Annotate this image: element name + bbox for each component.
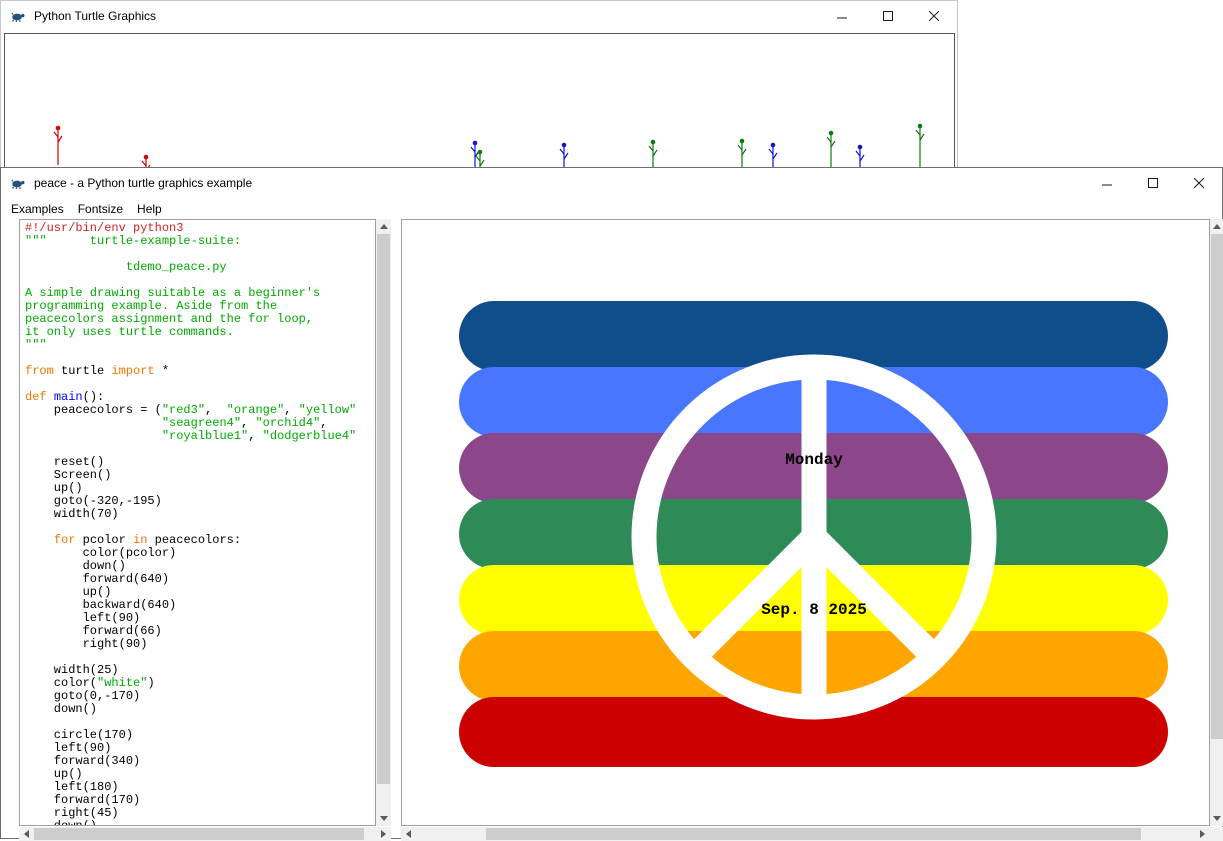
maximize-button[interactable] [1130, 168, 1176, 198]
tree-drawing [54, 126, 62, 165]
code-line: down() [25, 820, 375, 826]
scroll-thumb[interactable] [34, 828, 364, 840]
code-line: it only uses turtle commands. [25, 326, 375, 339]
arrow-up-icon [1213, 224, 1221, 229]
close-button[interactable] [911, 1, 957, 31]
code-line: from turtle import * [25, 365, 375, 378]
turtle-app-icon [10, 8, 26, 24]
peace-flag-drawing: Monday Sep. 8 2025 [402, 220, 1209, 825]
close-button[interactable] [1176, 168, 1222, 198]
code-line: """ [25, 339, 375, 352]
code-vertical-scrollbar[interactable] [376, 219, 391, 826]
tree-drawing [916, 124, 924, 168]
date-text: Sep. 8 2025 [761, 601, 867, 619]
pane-divider[interactable] [391, 219, 401, 826]
code-editor[interactable]: #!/usr/bin/env python3""" turtle-example… [19, 219, 376, 826]
minimize-icon [837, 11, 847, 21]
maximize-button[interactable] [865, 1, 911, 31]
code-line: right(90) [25, 638, 375, 651]
code-line: down() [25, 703, 375, 716]
arrow-right-icon [1200, 830, 1205, 838]
weekday-text: Monday [785, 451, 843, 469]
title-bar[interactable]: peace - a Python turtle graphics example [1, 168, 1222, 198]
arrow-right-icon [381, 830, 386, 838]
canvas-vertical-scrollbar[interactable] [1210, 219, 1223, 826]
scroll-up-button[interactable] [376, 219, 391, 234]
peace-demo-window: peace - a Python turtle graphics example… [0, 167, 1223, 839]
tree-drawing [476, 150, 484, 168]
turtle-canvas[interactable]: Monday Sep. 8 2025 [401, 219, 1210, 826]
tree-drawing [738, 139, 746, 168]
window-controls [819, 1, 957, 31]
arrow-down-icon [380, 816, 388, 821]
tree-drawing [827, 131, 835, 168]
tree-drawing [560, 143, 568, 168]
tree-drawing [471, 141, 479, 168]
scroll-thumb[interactable] [377, 234, 390, 784]
scroll-down-button[interactable] [1210, 811, 1223, 826]
arrow-left-icon [24, 830, 29, 838]
code-line: tdemo_peace.py [25, 261, 375, 274]
close-icon [1194, 178, 1204, 188]
arrow-up-icon [380, 224, 388, 229]
close-icon [929, 11, 939, 21]
window-title: peace - a Python turtle graphics example [34, 176, 252, 190]
minimize-button[interactable] [1084, 168, 1130, 198]
maximize-icon [1148, 178, 1158, 188]
code-line: "royalblue1", "dodgerblue4" [25, 430, 375, 443]
menu-fontsize[interactable]: Fontsize [71, 198, 130, 219]
tree-drawing [649, 140, 657, 168]
window-title: Python Turtle Graphics [34, 9, 156, 23]
arrow-left-icon [406, 830, 411, 838]
menu-bar: Examples Fontsize Help [1, 198, 1222, 219]
menu-help[interactable]: Help [130, 198, 169, 219]
minimize-button[interactable] [819, 1, 865, 31]
tree-drawing [769, 143, 777, 168]
tree-drawing [856, 145, 864, 168]
maximize-icon [883, 11, 893, 21]
minimize-icon [1102, 178, 1112, 188]
scroll-down-button[interactable] [376, 811, 391, 826]
menu-examples[interactable]: Examples [4, 198, 71, 219]
scroll-thumb[interactable] [1211, 234, 1223, 739]
scroll-up-button[interactable] [1210, 219, 1223, 234]
title-bar[interactable]: Python Turtle Graphics [1, 1, 957, 31]
turtle-app-icon [10, 175, 26, 191]
code-line: """ turtle-example-suite: [25, 235, 375, 248]
scroll-thumb[interactable] [486, 828, 1141, 840]
arrow-down-icon [1213, 816, 1221, 821]
window-controls [1084, 168, 1222, 198]
code-line: width(70) [25, 508, 375, 521]
